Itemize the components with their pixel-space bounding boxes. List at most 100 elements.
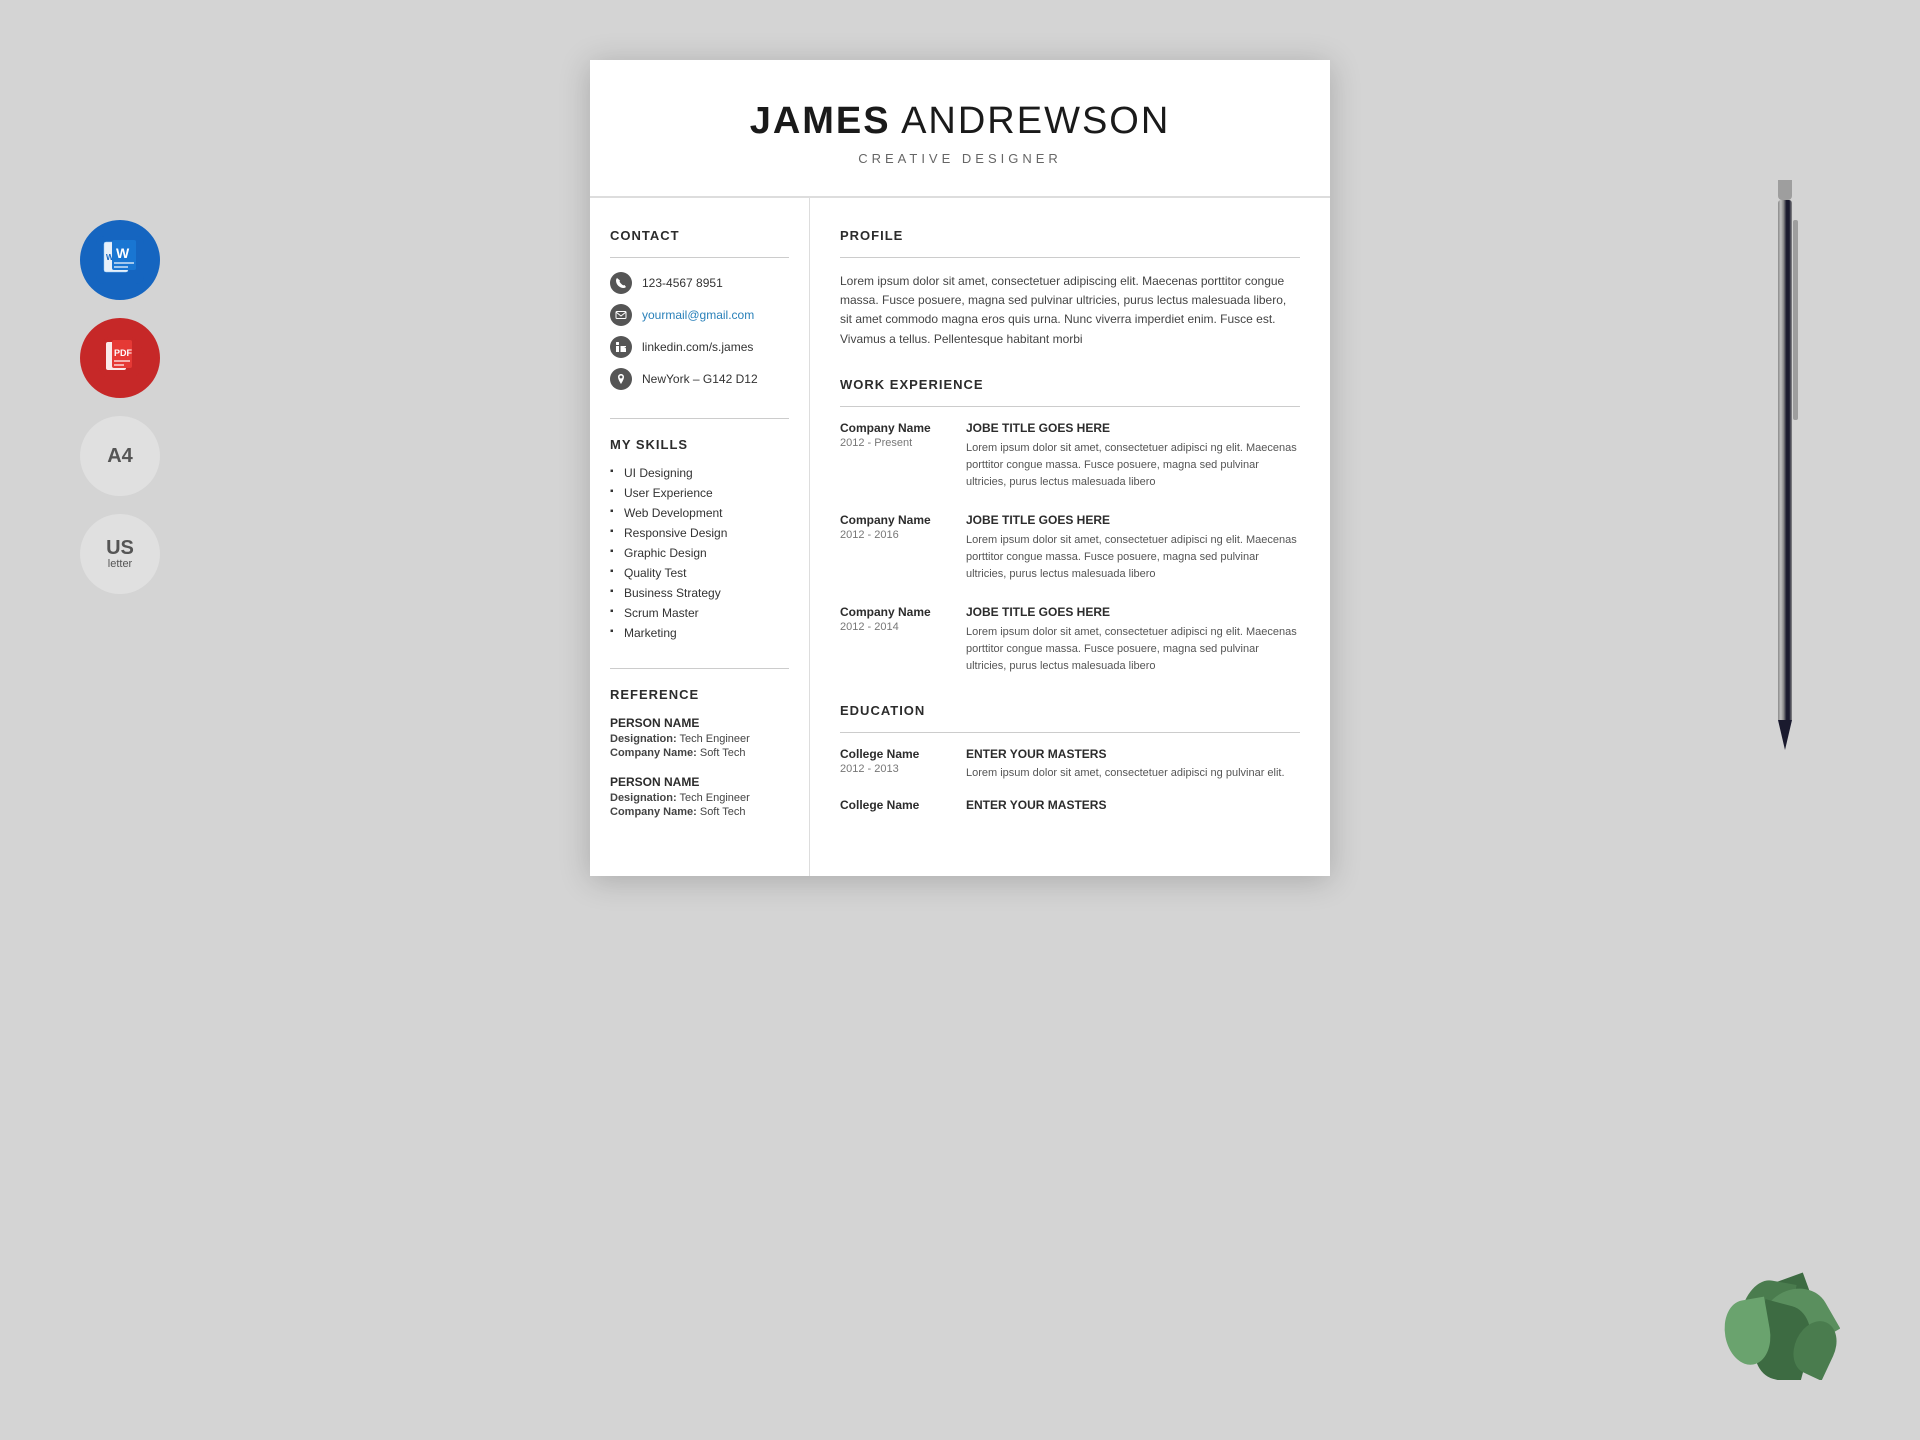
edu-left-1: College Name 2012 - 2013 [840, 747, 950, 782]
ref2-company: Company Name: Soft Tech [610, 806, 789, 818]
reference-section: REFERENCE PERSON NAME Designation: Tech … [610, 687, 789, 818]
profile-title: PROFILE [840, 228, 1300, 243]
email-svg [615, 309, 627, 321]
side-icons: W W PDF A4 US letter [80, 220, 160, 594]
ref2-designation: Designation: Tech Engineer [610, 792, 789, 804]
education-section: EDUCATION College Name 2012 - 2013 ENTER… [840, 703, 1300, 816]
skill-item: Web Development [610, 506, 789, 520]
svg-text:PDF: PDF [114, 348, 133, 358]
edu-desc-1: Lorem ipsum dolor sit amet, consectetuer… [966, 765, 1285, 782]
skill-item: Graphic Design [610, 546, 789, 560]
right-column: PROFILE Lorem ipsum dolor sit amet, cons… [810, 198, 1330, 876]
reference-title: REFERENCE [610, 687, 789, 702]
pen-decoration [1770, 180, 1800, 780]
svg-text:W: W [116, 245, 130, 261]
reference-item-2: PERSON NAME Designation: Tech Engineer C… [610, 775, 789, 818]
work-item-2: Company Name 2012 - 2016 JOBE TITLE GOES… [840, 513, 1300, 583]
skill-item: Quality Test [610, 566, 789, 580]
skill-item: User Experience [610, 486, 789, 500]
location-svg [615, 373, 627, 385]
education-divider [840, 732, 1300, 733]
phone-svg [615, 277, 627, 289]
contact-email[interactable]: yourmail@gmail.com [642, 308, 754, 322]
resume-paper: JAMES ANDREWSON CREATIVE DESIGNER CONTAC… [590, 60, 1330, 876]
edu-college-2: College Name [840, 798, 950, 812]
left-column: CONTACT 123-4567 8951 [590, 198, 810, 876]
work-dates-2: 2012 - 2016 [840, 529, 950, 541]
contact-phone-item: 123-4567 8951 [610, 272, 789, 294]
work-company-3: Company Name [840, 605, 950, 619]
us-icon-btn[interactable]: US letter [80, 514, 160, 594]
work-company-1: Company Name [840, 421, 950, 435]
work-desc-2: Lorem ipsum dolor sit amet, consectetuer… [966, 532, 1300, 583]
email-icon [610, 304, 632, 326]
resume-title: CREATIVE DESIGNER [630, 151, 1290, 166]
work-title-2: JOBE TITLE GOES HERE [966, 513, 1300, 527]
profile-text: Lorem ipsum dolor sit amet, consectetuer… [840, 272, 1300, 349]
contact-title: CONTACT [610, 228, 789, 243]
linkedin-svg [615, 341, 627, 353]
resume-name: JAMES ANDREWSON [630, 100, 1290, 143]
pdf-svg-icon: PDF [96, 334, 144, 382]
phone-icon [610, 272, 632, 294]
work-desc-1: Lorem ipsum dolor sit amet, consectetuer… [966, 440, 1300, 491]
pen-body [1778, 200, 1792, 720]
edu-item-2: College Name ENTER YOUR MASTERS [840, 798, 1300, 816]
work-left-1: Company Name 2012 - Present [840, 421, 950, 491]
us-label: US [106, 538, 134, 558]
contact-linkedin: linkedin.com/s.james [642, 340, 753, 354]
work-right-2: JOBE TITLE GOES HERE Lorem ipsum dolor s… [966, 513, 1300, 583]
skill-item: UI Designing [610, 466, 789, 480]
work-title-1: JOBE TITLE GOES HERE [966, 421, 1300, 435]
word-svg-icon: W W [96, 236, 144, 284]
contact-email-item: yourmail@gmail.com [610, 304, 789, 326]
pdf-icon-btn[interactable]: PDF [80, 318, 160, 398]
work-right-1: JOBE TITLE GOES HERE Lorem ipsum dolor s… [966, 421, 1300, 491]
reference-item-1: PERSON NAME Designation: Tech Engineer C… [610, 716, 789, 759]
resume-header: JAMES ANDREWSON CREATIVE DESIGNER [590, 60, 1330, 198]
work-item-3: Company Name 2012 - 2014 JOBE TITLE GOES… [840, 605, 1300, 675]
edu-item-1: College Name 2012 - 2013 ENTER YOUR MAST… [840, 747, 1300, 782]
work-experience-title: WORK EXPERIENCE [840, 377, 1300, 392]
skill-item: Scrum Master [610, 606, 789, 620]
work-company-2: Company Name [840, 513, 950, 527]
ref1-designation: Designation: Tech Engineer [610, 733, 789, 745]
pen-tip [1778, 720, 1792, 750]
ref1-company: Company Name: Soft Tech [610, 747, 789, 759]
skills-title: MY SKILLS [610, 437, 789, 452]
contact-phone: 123-4567 8951 [642, 276, 723, 290]
work-left-2: Company Name 2012 - 2016 [840, 513, 950, 583]
work-left-3: Company Name 2012 - 2014 [840, 605, 950, 675]
contact-linkedin-item: linkedin.com/s.james [610, 336, 789, 358]
work-right-3: JOBE TITLE GOES HERE Lorem ipsum dolor s… [966, 605, 1300, 675]
a4-label: A4 [107, 445, 133, 468]
plant-decoration [1640, 1180, 1840, 1380]
work-experience-section: WORK EXPERIENCE Company Name 2012 - Pres… [840, 377, 1300, 675]
work-desc-3: Lorem ipsum dolor sit amet, consectetuer… [966, 624, 1300, 675]
edu-degree-2: ENTER YOUR MASTERS [966, 798, 1106, 812]
contact-address: NewYork – G142 D12 [642, 372, 758, 386]
skills-list: UI Designing User Experience Web Develop… [610, 466, 789, 640]
us-sub-label: letter [108, 558, 132, 570]
edu-left-2: College Name [840, 798, 950, 816]
linkedin-icon [610, 336, 632, 358]
profile-section: PROFILE Lorem ipsum dolor sit amet, cons… [840, 228, 1300, 349]
contact-address-item: NewYork – G142 D12 [610, 368, 789, 390]
edu-right-2: ENTER YOUR MASTERS [966, 798, 1106, 816]
skill-item: Business Strategy [610, 586, 789, 600]
edu-right-1: ENTER YOUR MASTERS Lorem ipsum dolor sit… [966, 747, 1285, 782]
skill-item: Responsive Design [610, 526, 789, 540]
work-item-1: Company Name 2012 - Present JOBE TITLE G… [840, 421, 1300, 491]
pen-clip [1793, 220, 1798, 420]
ref1-name: PERSON NAME [610, 716, 789, 730]
edu-dates-1: 2012 - 2013 [840, 763, 950, 775]
work-title-3: JOBE TITLE GOES HERE [966, 605, 1300, 619]
a4-icon-btn[interactable]: A4 [80, 416, 160, 496]
first-name: JAMES [750, 100, 891, 142]
location-icon [610, 368, 632, 390]
left-divider-1 [610, 418, 789, 419]
edu-degree-1: ENTER YOUR MASTERS [966, 747, 1285, 761]
word-icon-btn[interactable]: W W [80, 220, 160, 300]
work-dates-1: 2012 - Present [840, 437, 950, 449]
contact-divider [610, 257, 789, 258]
